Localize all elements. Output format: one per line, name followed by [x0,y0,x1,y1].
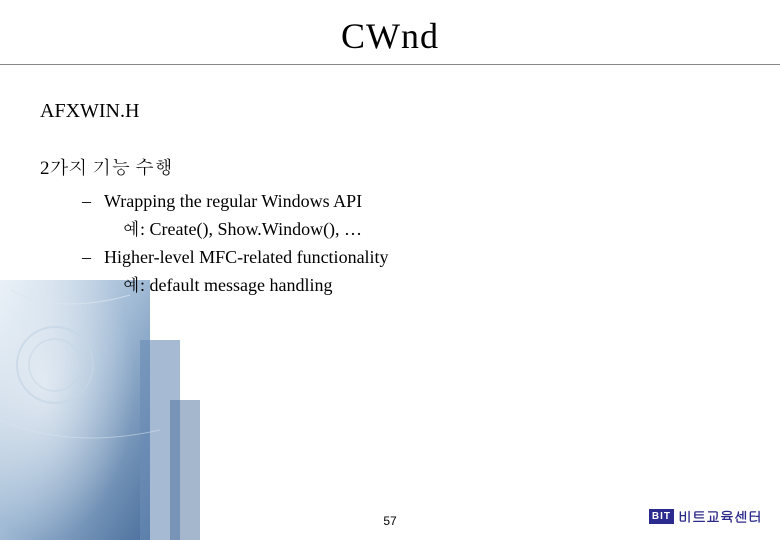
footer-text: 비트교육센터 [678,506,762,526]
slide-title: CWnd [0,15,780,57]
bullet-example: 예: default message handling [122,272,740,300]
slide: CWnd AFXWIN.H 2가지 기능 수행 – Wrapping the r… [0,0,780,540]
bullet-list: – Wrapping the regular Windows API 예: Cr… [82,188,740,300]
bullet-dash: – [82,244,104,272]
footer-branding: BIT 비트교육센터 [649,506,762,526]
bullet-dash: – [82,188,104,216]
footer-logo: BIT [649,509,674,524]
header-file-label: AFXWIN.H [40,100,740,123]
list-item: – Wrapping the regular Windows API [82,188,740,216]
section-heading: 2가지 기능 수행 [40,153,740,180]
title-underline [0,64,780,65]
bullet-text: Higher-level MFC-related functionality [104,244,389,272]
bullet-text: Wrapping the regular Windows API [104,188,362,216]
list-item: – Higher-level MFC-related functionality [82,244,740,272]
bullet-example: 예: Create(), Show.Window(), … [122,216,740,244]
content-body: AFXWIN.H 2가지 기능 수행 – Wrapping the regula… [40,100,740,300]
